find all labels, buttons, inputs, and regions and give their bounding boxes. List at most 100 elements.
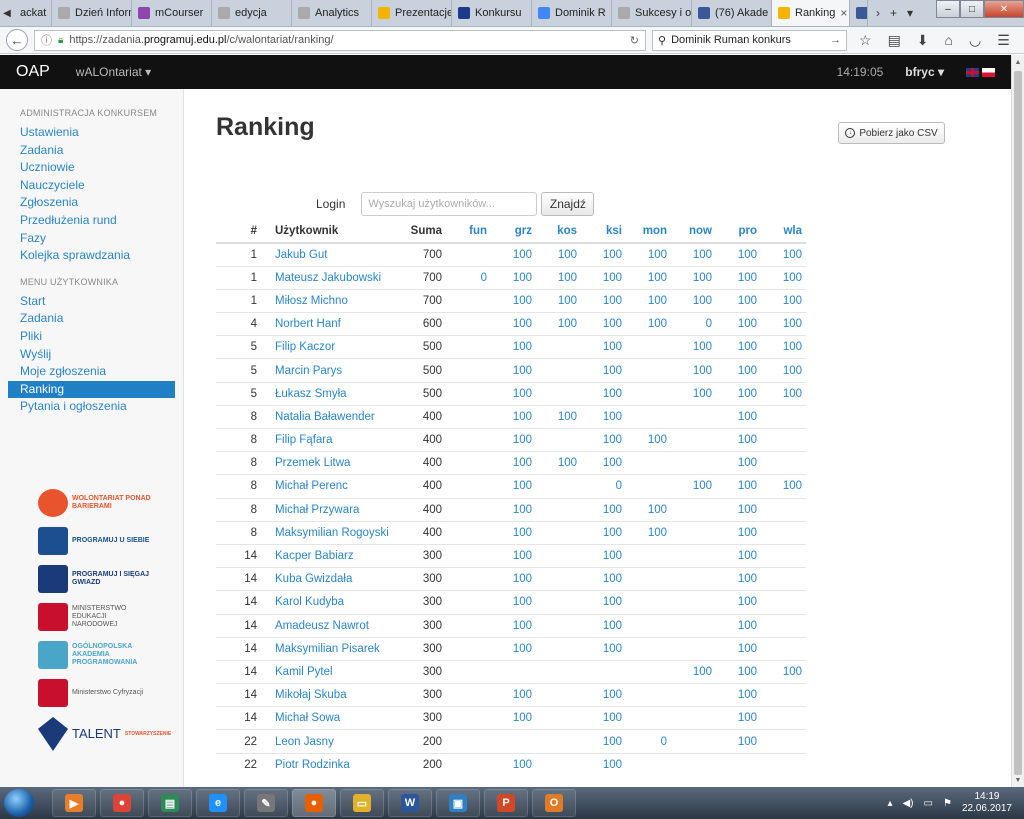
bookmark-star-icon[interactable]: ☆ bbox=[859, 32, 872, 49]
sidebar-item-ustawienia[interactable]: Ustawienia bbox=[0, 124, 183, 142]
user-link[interactable]: Marcin Parys bbox=[266, 358, 394, 383]
column-header-task[interactable]: ksi bbox=[581, 220, 626, 244]
task-score-cell[interactable]: 100 bbox=[581, 497, 626, 522]
task-score-cell[interactable]: 100 bbox=[491, 752, 536, 777]
task-score-cell[interactable]: 100 bbox=[761, 242, 806, 267]
browser-tab[interactable]: ackat bbox=[14, 0, 52, 26]
maximize-icon[interactable]: □ bbox=[960, 0, 984, 18]
reload-icon[interactable]: ↻ bbox=[630, 34, 639, 47]
task-score-cell[interactable]: 100 bbox=[581, 590, 626, 614]
user-link[interactable]: Kuba Gwizdała bbox=[266, 567, 394, 591]
tab-close-icon[interactable]: × bbox=[840, 6, 847, 20]
browser-tab[interactable]: edycja bbox=[212, 0, 292, 26]
taskbar-app-outlook[interactable]: O bbox=[532, 789, 576, 817]
task-score-cell[interactable]: 100 bbox=[716, 590, 761, 614]
browser-tab[interactable] bbox=[850, 0, 868, 26]
task-score-cell[interactable]: 100 bbox=[671, 335, 716, 359]
taskbar-app-explorer[interactable]: ▭ bbox=[340, 789, 384, 817]
task-score-cell[interactable]: 100 bbox=[581, 520, 626, 545]
task-score-cell[interactable]: 100 bbox=[491, 335, 536, 359]
browser-tab[interactable]: Konkursu bbox=[452, 0, 532, 26]
taskbar-app-firefox[interactable]: ● bbox=[292, 789, 336, 817]
user-link[interactable]: Mikołaj Skuba bbox=[266, 683, 394, 707]
taskbar-app-chrome[interactable]: ● bbox=[100, 789, 144, 817]
new-tab-icon[interactable]: + bbox=[890, 6, 897, 20]
task-score-cell[interactable]: 100 bbox=[491, 427, 536, 452]
browser-tab[interactable]: (76) Akade bbox=[692, 0, 772, 26]
scroll-up-icon[interactable]: ▲ bbox=[1012, 55, 1024, 69]
task-score-cell[interactable]: 100 bbox=[581, 427, 626, 452]
taskbar-app-word[interactable]: W bbox=[388, 789, 432, 817]
task-score-cell[interactable]: 100 bbox=[716, 427, 761, 452]
taskbar-app-media-player[interactable]: ▶ bbox=[52, 789, 96, 817]
volume-icon[interactable]: ◀︎) bbox=[902, 798, 913, 809]
task-score-cell[interactable]: 100 bbox=[491, 520, 536, 545]
browser-tab[interactable]: Dominik R bbox=[532, 0, 612, 26]
task-score-cell[interactable]: 100 bbox=[671, 659, 716, 684]
task-score-cell[interactable]: 0 bbox=[626, 729, 671, 754]
task-score-cell[interactable]: 100 bbox=[491, 265, 536, 290]
user-link[interactable]: Piotr Rodzinka bbox=[266, 752, 394, 777]
user-link[interactable]: Przemek Litwa bbox=[266, 451, 394, 475]
task-score-cell[interactable]: 100 bbox=[581, 358, 626, 383]
task-score-cell[interactable]: 100 bbox=[716, 497, 761, 522]
task-score-cell[interactable]: 100 bbox=[716, 288, 761, 313]
task-score-cell[interactable]: 100 bbox=[761, 312, 806, 336]
task-score-cell[interactable]: 100 bbox=[491, 636, 536, 661]
column-header-task[interactable]: pro bbox=[716, 220, 761, 244]
user-link[interactable]: Michał Przywara bbox=[266, 497, 394, 522]
task-score-cell[interactable]: 100 bbox=[761, 474, 806, 499]
task-score-cell[interactable]: 100 bbox=[761, 335, 806, 359]
user-link[interactable]: Amadeusz Nawrot bbox=[266, 613, 394, 638]
task-score-cell[interactable]: 100 bbox=[491, 358, 536, 383]
task-score-cell[interactable]: 100 bbox=[581, 543, 626, 568]
task-score-cell[interactable]: 100 bbox=[671, 474, 716, 499]
column-header-task[interactable]: wla bbox=[761, 220, 806, 244]
task-score-cell[interactable]: 100 bbox=[716, 381, 761, 406]
english-flag-icon[interactable] bbox=[966, 67, 979, 77]
task-score-cell[interactable]: 100 bbox=[716, 543, 761, 568]
task-score-cell[interactable]: 100 bbox=[716, 242, 761, 267]
tab-list-icon[interactable]: ▾ bbox=[907, 6, 913, 20]
taskbar-app-spreadsheet[interactable]: ▤ bbox=[148, 789, 192, 817]
task-score-cell[interactable]: 100 bbox=[536, 451, 581, 475]
taskbar-clock[interactable]: 14:19 22.06.2017 bbox=[962, 791, 1012, 815]
sidebar-item-kolejka-sprawdzania[interactable]: Kolejka sprawdzania bbox=[0, 247, 183, 265]
task-score-cell[interactable]: 100 bbox=[491, 381, 536, 406]
task-score-cell[interactable]: 100 bbox=[491, 683, 536, 707]
sidebar-item-zgłoszenia[interactable]: Zgłoszenia bbox=[0, 194, 183, 212]
sidebar-item-wyślij[interactable]: Wyślij bbox=[0, 346, 183, 364]
task-score-cell[interactable]: 100 bbox=[671, 358, 716, 383]
flag-icon[interactable]: ⚑ bbox=[943, 798, 952, 809]
task-score-cell[interactable]: 100 bbox=[491, 451, 536, 475]
reading-list-icon[interactable]: ▤ bbox=[888, 32, 901, 49]
url-bar[interactable]: ⓘ 🔒︎ https://zadania.programuj.edu.pl/c/… bbox=[34, 29, 646, 51]
user-link[interactable]: Maksymilian Rogoyski bbox=[266, 520, 394, 545]
task-score-cell[interactable]: 100 bbox=[716, 404, 761, 429]
task-score-cell[interactable]: 100 bbox=[716, 520, 761, 545]
task-score-cell[interactable]: 100 bbox=[536, 404, 581, 429]
column-header-task[interactable]: mon bbox=[626, 220, 671, 244]
task-score-cell[interactable]: 100 bbox=[491, 288, 536, 313]
browser-tab[interactable]: Prezentacje bbox=[372, 0, 452, 26]
contest-dropdown[interactable]: wALOntariat ▾ bbox=[76, 65, 151, 79]
user-link[interactable]: Mateusz Jakubowski bbox=[266, 265, 394, 290]
task-score-cell[interactable]: 100 bbox=[716, 335, 761, 359]
page-scrollbar[interactable]: ▲ ▼ bbox=[1011, 55, 1024, 787]
task-score-cell[interactable]: 100 bbox=[491, 474, 536, 499]
task-score-cell[interactable]: 100 bbox=[581, 335, 626, 359]
column-header-task[interactable]: kos bbox=[536, 220, 581, 244]
task-score-cell[interactable]: 100 bbox=[716, 474, 761, 499]
user-link[interactable]: Miłosz Michno bbox=[266, 288, 394, 313]
task-score-cell[interactable]: 100 bbox=[716, 636, 761, 661]
user-link[interactable]: Norbert Hanf bbox=[266, 312, 394, 336]
sidebar-item-zadania[interactable]: Zadania bbox=[0, 310, 183, 328]
search-go-icon[interactable]: → bbox=[830, 34, 841, 46]
hamburger-menu-icon[interactable]: ☰ bbox=[997, 32, 1010, 49]
task-score-cell[interactable]: 100 bbox=[671, 242, 716, 267]
browser-tab[interactable]: Sukcesy i osiąg bbox=[612, 0, 692, 26]
task-score-cell[interactable]: 100 bbox=[581, 636, 626, 661]
task-score-cell[interactable]: 100 bbox=[716, 729, 761, 754]
task-score-cell[interactable]: 100 bbox=[581, 706, 626, 730]
task-score-cell[interactable]: 100 bbox=[581, 265, 626, 290]
